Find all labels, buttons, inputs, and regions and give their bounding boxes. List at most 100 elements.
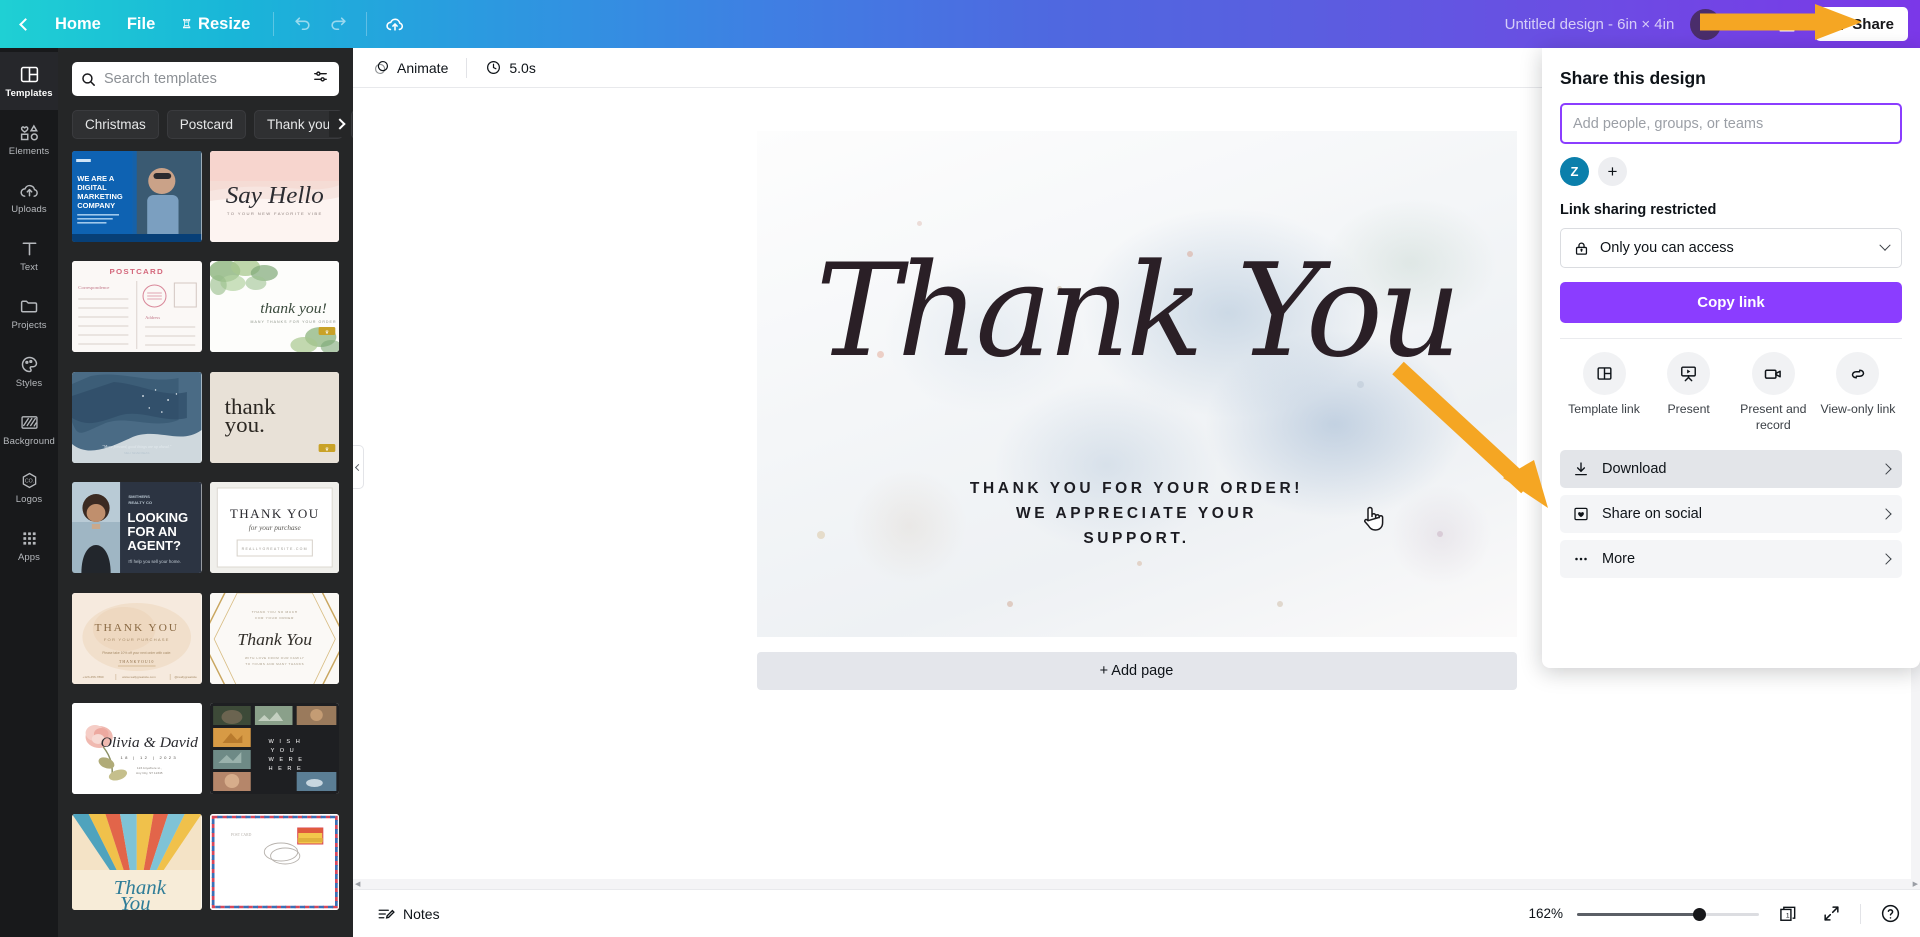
template-grid: WE ARE A DIGITAL MARKETING COMPANY Say H… — [58, 151, 353, 921]
sidebar-item-elements[interactable]: Elements — [0, 110, 58, 168]
template-card-blue-watercolor-quote[interactable]: "Move forward, good things are up ahead.… — [72, 372, 202, 463]
svg-text:W I S H: W I S H — [268, 739, 301, 745]
share-people-row: Z + — [1560, 157, 1902, 186]
quick-action-present-and-record[interactable]: Present and record — [1731, 352, 1815, 434]
redo-button[interactable] — [320, 6, 356, 42]
template-card-thank-you-gold-cream[interactable]: THANK YOU FOR YOUR PURCHASE Please take … — [72, 593, 202, 684]
share-add-person-button[interactable]: + — [1598, 157, 1627, 186]
svg-text:POSTCARD: POSTCARD — [109, 268, 164, 277]
add-page-button[interactable]: + Add page — [757, 652, 1517, 690]
canvas-horizontal-scrollbar[interactable]: ◀ ▶ — [353, 879, 1920, 889]
quick-action-present[interactable]: Present — [1647, 352, 1731, 434]
link-sharing-label: Link sharing restricted — [1560, 202, 1902, 218]
chevron-left-icon — [354, 463, 361, 470]
svg-text:thank you!: thank you! — [260, 301, 327, 318]
animate-button[interactable]: Animate — [363, 53, 458, 82]
sidebar-item-uploads[interactable]: Uploads — [0, 168, 58, 226]
present-icon — [1679, 364, 1698, 383]
sidebar-item-label: Uploads — [11, 204, 47, 215]
copy-link-button[interactable]: Copy link — [1560, 282, 1902, 323]
share-menu-item-more[interactable]: More — [1560, 540, 1902, 578]
design-subtext-line1: THANK YOU FOR YOUR ORDER! — [970, 480, 1303, 497]
search-input[interactable] — [104, 71, 303, 87]
ellipsis-icon — [1572, 550, 1590, 568]
avatar[interactable]: Z — [1690, 9, 1721, 40]
template-card-say-hello[interactable]: Say Hello TO YOUR NEW FAVORITE VIBE — [210, 151, 340, 242]
quick-action-icon-wrap — [1836, 352, 1879, 395]
canvas-toolbar-divider — [466, 58, 467, 78]
collapse-panel-button[interactable] — [353, 445, 364, 489]
help-button[interactable] — [1875, 898, 1906, 929]
design-subtext-line2: WE APPRECIATE YOUR — [1016, 505, 1257, 522]
add-collaborator-button[interactable]: + — [1731, 10, 1759, 38]
quick-action-view-only-link[interactable]: View-only link — [1816, 352, 1900, 434]
template-card-retro-sunburst[interactable]: Thank You — [72, 814, 202, 910]
insights-button[interactable] — [1769, 6, 1805, 42]
zoom-slider-knob[interactable] — [1693, 908, 1706, 921]
template-card-olivia-and-david[interactable]: Olivia & David 18 | 12 | 2023 123 Anywhe… — [72, 703, 202, 794]
back-button[interactable] — [8, 0, 42, 48]
sidebar-item-label: Text — [20, 262, 38, 273]
notes-button[interactable]: Notes — [367, 899, 450, 929]
template-card-postcard-stamp-dashed[interactable]: POST CARD — [210, 814, 340, 910]
filter-sliders-icon — [312, 68, 329, 85]
resize-menu[interactable]: ♖ Resize — [168, 8, 263, 41]
fullscreen-button[interactable] — [1817, 899, 1846, 928]
share-menu-item-download[interactable]: Download — [1560, 450, 1902, 488]
bar-chart-icon — [1778, 15, 1796, 33]
duration-button[interactable]: 5.0s — [475, 53, 545, 82]
cloud-sync-icon — [385, 14, 405, 34]
expand-icon — [1822, 904, 1841, 923]
speck — [1007, 601, 1013, 607]
quick-action-template-link[interactable]: Template link — [1562, 352, 1646, 434]
svg-text:Say Hello: Say Hello — [225, 182, 323, 208]
access-level-select[interactable]: Only you can access — [1560, 228, 1902, 268]
svg-text:Correspondence: Correspondence — [78, 286, 109, 291]
share-button[interactable]: Share — [1815, 7, 1908, 41]
svg-text:Please take 10% off your next: Please take 10% off your next order with… — [102, 651, 171, 655]
zoom-slider[interactable] — [1577, 907, 1759, 921]
template-card-thank-you-gold-frame[interactable]: THANK YOU SO MUCH FOR YOUR ORDER Thank Y… — [210, 593, 340, 684]
elements-icon — [19, 122, 40, 143]
sidebar-item-text[interactable]: Text — [0, 226, 58, 284]
chevron-right-icon — [334, 118, 345, 129]
chip-postcard[interactable]: Postcard — [167, 110, 246, 139]
design-subtext[interactable]: THANK YOU FOR YOUR ORDER! WE APPRECIATE … — [757, 476, 1517, 551]
design-canvas[interactable]: Thank You THANK YOU FOR YOUR ORDER! WE A… — [757, 131, 1517, 637]
share-menu-item-share-on-social[interactable]: Share on social — [1560, 495, 1902, 533]
template-card-thank-you-for-your-purchase[interactable]: THANK YOU for your purchase REALLYGREATS… — [210, 482, 340, 573]
sidebar-item-styles[interactable]: Styles — [0, 342, 58, 400]
template-card-thank-you-serif-beige[interactable]: thank you. ♛ — [210, 372, 340, 463]
template-card-looking-for-an-agent[interactable]: SMITHERS REALTY CO LOOKING FOR AN AGENT?… — [72, 482, 202, 573]
undo-button[interactable] — [284, 6, 320, 42]
page-count-button[interactable]: 1 — [1773, 899, 1803, 929]
chip-christmas[interactable]: Christmas — [72, 110, 159, 139]
chips-next-button[interactable] — [329, 111, 351, 137]
search-box[interactable] — [72, 62, 339, 96]
template-card-digital-marketing[interactable]: WE ARE A DIGITAL MARKETING COMPANY — [72, 151, 202, 242]
sidebar-item-background[interactable]: Background — [0, 400, 58, 458]
scroll-left-icon[interactable]: ◀ — [355, 880, 360, 888]
sidebar-item-projects[interactable]: Projects — [0, 284, 58, 342]
sidebar-item-apps[interactable]: Apps — [0, 516, 58, 574]
sidebar-item-logos[interactable]: CO. Logos — [0, 458, 58, 516]
chip-winter[interactable]: Win — [351, 110, 353, 139]
file-menu[interactable]: File — [114, 8, 168, 41]
home-menu[interactable]: Home — [42, 8, 114, 41]
svg-text:FOR YOUR PURCHASE: FOR YOUR PURCHASE — [104, 637, 170, 642]
svg-text:SMITHERS: SMITHERS — [128, 494, 150, 499]
template-card-postcard-correspondence[interactable]: POSTCARD Correspondence Address — [72, 261, 202, 352]
upload-icon — [1829, 16, 1845, 32]
share-avatar[interactable]: Z — [1560, 157, 1589, 186]
filter-button[interactable] — [310, 66, 331, 92]
template-card-thank-you-greenery[interactable]: thank you! MANY THANKS FOR YOUR ORDER ♛ — [210, 261, 340, 352]
svg-text:18 | 12 | 2023: 18 | 12 | 2023 — [121, 755, 179, 760]
design-headline[interactable]: Thank You — [757, 251, 1517, 373]
help-circle-icon — [1880, 903, 1901, 924]
svg-text:+123-456-7890: +123-456-7890 — [82, 675, 104, 679]
scroll-right-icon[interactable]: ▶ — [1913, 880, 1918, 888]
sidebar-item-templates[interactable]: Templates — [0, 52, 58, 110]
cloud-sync-button[interactable] — [377, 6, 413, 42]
template-card-wish-you-were-here[interactable]: W I S H Y O U W E R E H E R E — [210, 703, 340, 794]
share-people-input[interactable] — [1560, 103, 1902, 144]
